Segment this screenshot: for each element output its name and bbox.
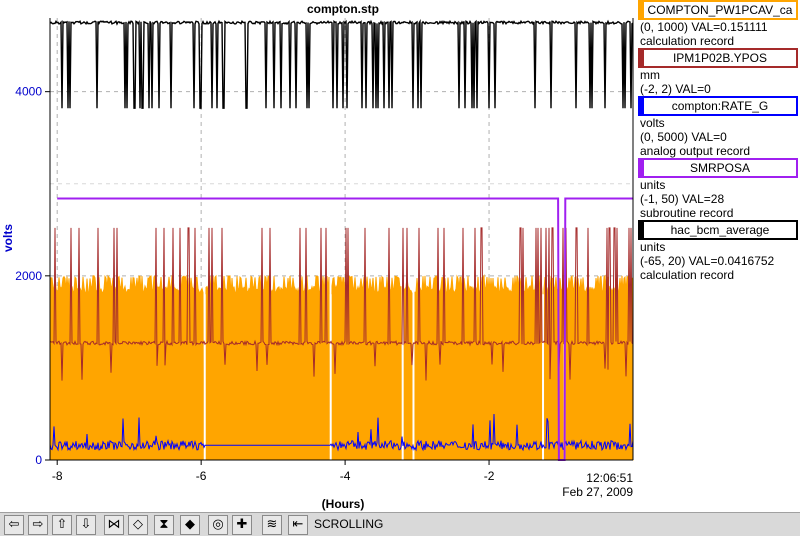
legend-unit: mm	[640, 68, 660, 82]
legend-range: (-65, 20) VAL=0.0416752	[640, 254, 775, 268]
config-button[interactable]: ◎	[208, 515, 228, 535]
autoscale-button[interactable]: ≋	[262, 515, 282, 535]
zoom-in-y-icon: ⧗	[159, 517, 169, 532]
y-tick-label: 2000	[15, 269, 42, 283]
x-tick-label: -2	[484, 469, 495, 483]
scroll-right-button[interactable]: ⇨	[28, 515, 48, 535]
legend-unit: volts	[640, 116, 665, 130]
legend-range: (-2, 2) VAL=0	[640, 82, 711, 96]
legend-type: analog output record	[640, 144, 751, 158]
scroll-down-icon: ⇩	[80, 517, 92, 532]
scroll-mode-icon: ⇤	[292, 517, 304, 532]
config-icon: ◎	[212, 517, 224, 532]
scroll-right-icon: ⇨	[32, 517, 44, 532]
legend-range: (0, 5000) VAL=0	[640, 130, 727, 144]
zoom-out-x-icon: ◇	[133, 517, 143, 532]
x-tick-label: -6	[196, 469, 207, 483]
legend-unit: units	[640, 240, 666, 254]
x-tick-label: -8	[52, 469, 63, 483]
zoom-out-x-button[interactable]: ◇	[128, 515, 148, 535]
chart-title: compton.stp	[307, 2, 379, 16]
legend-type: calculation record	[640, 34, 735, 48]
status-label: SCROLLING	[314, 517, 384, 531]
legend-entry-compton-pw1pcav-ca[interactable]: COMPTON_PW1PCAV_ca	[638, 0, 798, 20]
scroll-up-button[interactable]: ⇧	[52, 515, 72, 535]
legend-entry-compton-rate-g[interactable]: compton:RATE_G	[638, 96, 798, 116]
scroll-down-button[interactable]: ⇩	[76, 515, 96, 535]
legend-type: subroutine record	[640, 206, 734, 220]
legend-unit: units	[640, 178, 666, 192]
y-axis-label: volts	[1, 224, 15, 252]
zoom-in-x-icon: ⋈	[107, 517, 121, 532]
legend-entry-smrposa[interactable]: SMRPOSA	[638, 158, 798, 178]
legend: COMPTON_PW1PCAV_ca (0, 1000) VAL=0.15111…	[638, 0, 800, 282]
add-icon: ✚	[236, 517, 248, 532]
y-tick-label: 0	[35, 453, 42, 467]
scroll-left-icon: ⇦	[8, 517, 20, 532]
autoscale-icon: ≋	[266, 517, 278, 532]
zoom-out-y-icon: ◆	[185, 517, 195, 532]
y-tick-label: 4000	[15, 85, 42, 99]
add-button[interactable]: ✚	[232, 515, 252, 535]
legend-range: (0, 1000) VAL=0.151111	[640, 20, 768, 34]
x-axis-label: (Hours)	[322, 497, 365, 511]
legend-range: (-1, 50) VAL=28	[640, 192, 725, 206]
toolbar: SCROLLING ⇦ ⇨ ⇧ ⇩ ⋈ ◇ ⧗ ◆ ◎ ✚ ≋ ⇤	[0, 512, 800, 536]
zoom-in-y-button[interactable]: ⧗	[154, 515, 174, 535]
plot-area[interactable]	[49, 18, 634, 461]
x-end-time-label: 12:06:51	[586, 471, 633, 485]
series-hac-bcm-average	[49, 18, 634, 109]
scroll-up-icon: ⇧	[56, 517, 68, 532]
zoom-out-y-button[interactable]: ◆	[180, 515, 200, 535]
scroll-left-button[interactable]: ⇦	[4, 515, 24, 535]
zoom-in-x-button[interactable]: ⋈	[104, 515, 124, 535]
legend-entry-ipm1p02b-ypos[interactable]: IPM1P02B.YPOS	[638, 48, 798, 68]
x-tick-label: -4	[340, 469, 351, 483]
legend-type: calculation record	[640, 268, 735, 282]
x-end-date-label: Feb 27, 2009	[562, 485, 633, 499]
scroll-mode-button[interactable]: ⇤	[288, 515, 308, 535]
legend-entry-hac-bcm-average[interactable]: hac_bcm_average	[638, 220, 798, 240]
